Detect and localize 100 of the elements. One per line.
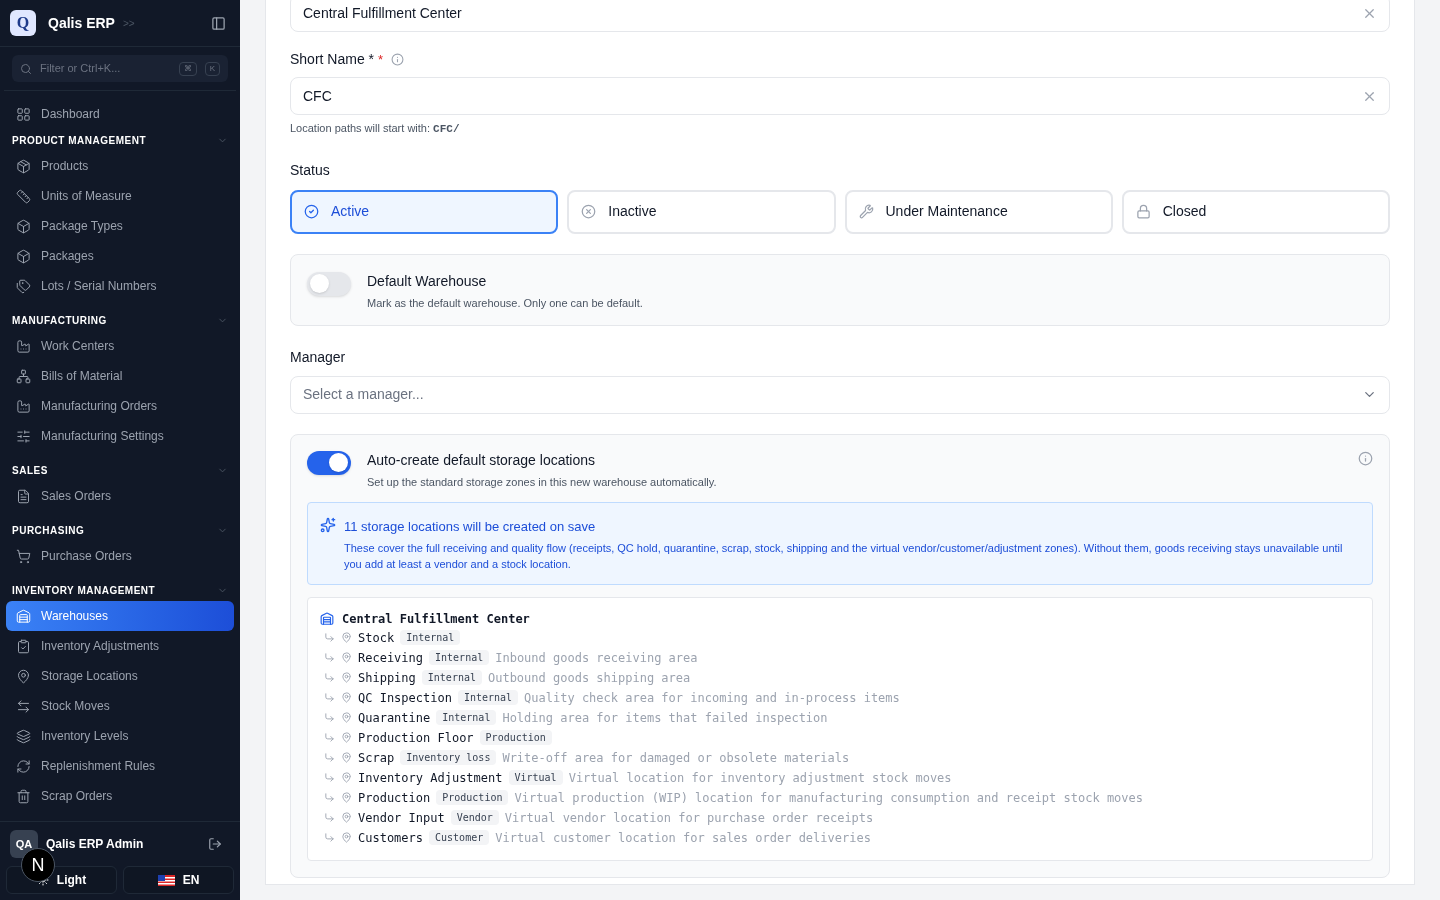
nav-item[interactable]: Scrap Orders	[6, 781, 234, 811]
language-button[interactable]: EN	[123, 866, 234, 894]
manager-select[interactable]: Select a manager...	[290, 375, 1390, 414]
map-pin-icon	[341, 712, 352, 723]
location-name: Vendor Input	[358, 809, 445, 827]
status-option[interactable]: Under Maintenance	[844, 189, 1113, 234]
warehouse-icon	[16, 608, 31, 624]
section-header[interactable]: PRODUCT MANAGEMENT	[6, 129, 234, 151]
x-circle-icon	[581, 204, 597, 219]
wrench-icon	[858, 204, 874, 219]
option-description: Set up the standard storage zones in this new warehouse automatically.	[367, 474, 718, 490]
branch-icon	[324, 672, 335, 683]
option-description: Mark as the default warehouse. Only one can be default.	[367, 295, 643, 311]
location-name: Production Floor	[358, 729, 474, 747]
branch-icon	[324, 732, 335, 743]
nav-item[interactable]: Sales Orders	[6, 481, 234, 511]
logo: Q	[10, 10, 36, 36]
warehouse-icon	[320, 611, 334, 626]
nav-item[interactable]: Storage Locations	[6, 661, 234, 691]
clipboard-check-icon	[16, 638, 31, 654]
nav-item[interactable]: Bills of Material	[6, 361, 234, 391]
box-icon	[16, 248, 31, 264]
map-pin-icon	[341, 652, 352, 663]
status-option[interactable]: Closed	[1121, 189, 1390, 234]
map-pin-icon	[341, 832, 352, 843]
lock-icon	[1135, 204, 1151, 219]
search-icon	[20, 62, 32, 75]
nav-item[interactable]: Purchase Orders	[6, 541, 234, 571]
nav-item[interactable]: Lots / Serial Numbers	[6, 271, 234, 301]
key-hint: ⌘	[178, 61, 197, 76]
toggle-switch[interactable]	[307, 450, 351, 475]
location-description: Virtual location for inventory adjustment stock moves	[568, 769, 952, 787]
check-circle-icon	[304, 204, 319, 219]
nav-item[interactable]: Work Centers	[6, 331, 234, 361]
location-type-tag: Internal	[429, 650, 490, 665]
location-description: Outbound goods shipping area	[487, 669, 691, 687]
nav-item[interactable]: Products	[6, 151, 234, 181]
sidebar-toggle-icon[interactable]	[211, 15, 226, 31]
toggle-switch[interactable]	[307, 271, 351, 296]
location-description: Write-off area for damaged or obsolete materials	[502, 749, 850, 767]
branch-icon	[324, 752, 335, 763]
location-type-tag: Internal	[436, 710, 497, 725]
location-name: Quarantine	[358, 709, 431, 727]
info-icon[interactable]	[1358, 450, 1373, 466]
location-name: Production	[358, 789, 431, 807]
short-name-field[interactable]: CFC	[290, 77, 1390, 115]
map-pin-icon	[341, 732, 352, 743]
nav-item[interactable]: Package Types	[6, 211, 234, 241]
location-description: Inbound goods receiving area	[495, 649, 698, 667]
sliders-icon	[16, 428, 31, 444]
branch-icon	[324, 832, 335, 843]
location-type-tag: Internal	[400, 630, 461, 645]
nav-item[interactable]: Manufacturing Orders	[6, 391, 234, 421]
section-header[interactable]: PURCHASING	[6, 519, 234, 541]
map-pin-icon	[341, 692, 352, 703]
location-description: Holding area for items that failed inspection	[502, 709, 828, 727]
status-option[interactable]: Inactive	[567, 189, 836, 234]
location-type-tag: Customer	[429, 830, 490, 845]
factory-icon	[16, 398, 31, 414]
section-header[interactable]: INVENTORY MANAGEMENT	[6, 579, 234, 601]
location-description: Virtual production (WIP) location for manufacturing consumption and receipt stock moves	[514, 789, 1143, 807]
location-name: Inventory Adjustment	[358, 769, 503, 787]
branch-icon	[324, 812, 335, 823]
nav-item[interactable]: Dashboard	[6, 99, 234, 129]
status-option[interactable]: Active	[290, 189, 559, 234]
nav-item[interactable]: Inventory Levels	[6, 721, 234, 751]
ruler-icon	[16, 188, 31, 204]
nav-item[interactable]: Warehouses	[6, 601, 234, 631]
nav-item[interactable]: Manufacturing Settings	[6, 421, 234, 451]
avatar: QA	[10, 830, 38, 858]
location-description: Virtual customer location for sales order deliveries	[495, 829, 871, 847]
trash-icon	[16, 788, 31, 804]
map-pin-icon	[16, 668, 31, 684]
nav-item[interactable]: Packages	[6, 241, 234, 271]
location-description: Quality check area for incoming and in-process items	[524, 689, 900, 707]
location-name: Stock	[358, 629, 395, 647]
option-title: Default Warehouse	[367, 271, 488, 291]
field-label: Short Name *	[290, 50, 375, 69]
required-mark: *	[378, 50, 384, 69]
section-header[interactable]: SALES	[6, 459, 234, 481]
location-type-tag: Internal	[457, 690, 519, 705]
layers-icon	[16, 728, 31, 744]
nav-item[interactable]: Units of Measure	[6, 181, 234, 211]
branch-icon	[324, 692, 335, 703]
brand-name: Qalis ERP	[48, 13, 115, 33]
name-field[interactable]: Central Fulfillment Center	[290, 0, 1390, 32]
nav-item[interactable]: Replenishment Rules	[6, 751, 234, 781]
map-pin-icon	[341, 792, 352, 803]
logout-icon[interactable]	[208, 837, 222, 851]
location-name: Receiving	[358, 649, 424, 667]
nav-item[interactable]: Stock Moves	[6, 691, 234, 721]
location-name: Scrap	[358, 749, 395, 767]
tag-icon	[16, 278, 31, 294]
map-pin-icon	[341, 672, 352, 683]
field-label: Status	[290, 160, 331, 180]
location-description: Virtual vendor location for purchase order receipts	[504, 809, 874, 827]
section-header[interactable]: MANUFACTURING	[6, 309, 234, 331]
nav-item[interactable]: Inventory Adjustments	[6, 631, 234, 661]
map-pin-icon	[341, 632, 352, 643]
location-name: QC Inspection	[358, 689, 452, 707]
